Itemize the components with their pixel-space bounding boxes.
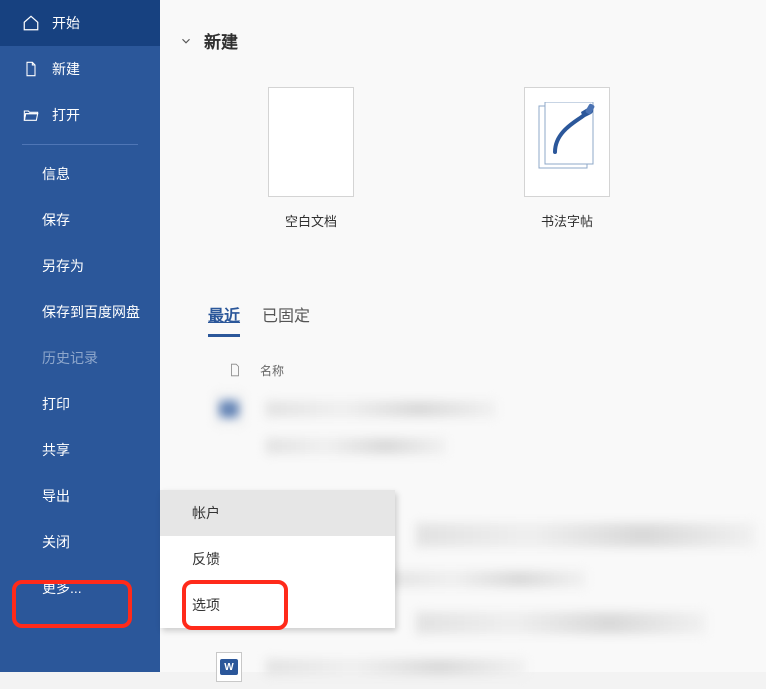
recent-document-row[interactable] bbox=[216, 431, 766, 461]
sidebar-item-label: 保存 bbox=[42, 210, 70, 230]
sidebar-item-open[interactable]: 打开 bbox=[0, 92, 160, 138]
popup-item-label: 选项 bbox=[192, 595, 220, 615]
home-icon bbox=[22, 14, 40, 32]
sidebar-item-save-baidu[interactable]: 保存到百度网盘 bbox=[0, 289, 160, 335]
popup-item-label: 帐户 bbox=[192, 503, 220, 523]
word-document-icon: W bbox=[216, 652, 242, 682]
sidebar-item-export[interactable]: 导出 bbox=[0, 473, 160, 519]
recent-document-row[interactable]: W bbox=[216, 645, 766, 689]
sidebar-item-info[interactable]: 信息 bbox=[0, 151, 160, 197]
column-name-label: 名称 bbox=[260, 362, 284, 379]
backstage-sidebar: 开始 新建 打开 信息 保存 另存为 保存到百度网盘 历史记录 打印 共享 导出… bbox=[0, 0, 160, 672]
recent-list-header: 名称 bbox=[160, 337, 766, 387]
chevron-down-icon bbox=[178, 33, 194, 49]
sidebar-item-close[interactable]: 关闭 bbox=[0, 519, 160, 565]
sidebar-item-label: 导出 bbox=[42, 486, 70, 506]
tab-recent[interactable]: 最近 bbox=[208, 302, 240, 337]
document-icon bbox=[226, 361, 244, 379]
template-thumbnail bbox=[524, 87, 610, 197]
tab-label: 已固定 bbox=[262, 308, 310, 325]
sidebar-item-label: 更多... bbox=[42, 578, 82, 598]
more-popup-menu: 帐户 反馈 选项 bbox=[160, 490, 395, 628]
section-title: 新建 bbox=[204, 28, 238, 53]
folder-open-icon bbox=[22, 106, 40, 124]
sidebar-item-share[interactable]: 共享 bbox=[0, 427, 160, 473]
template-calligraphy[interactable]: 书法字帖 bbox=[524, 87, 610, 230]
sidebar-item-saveas[interactable]: 另存为 bbox=[0, 243, 160, 289]
document-icon bbox=[22, 60, 40, 78]
sidebar-item-label: 开始 bbox=[52, 13, 80, 33]
popup-item-feedback[interactable]: 反馈 bbox=[160, 536, 395, 582]
sidebar-item-label: 共享 bbox=[42, 440, 70, 460]
popup-item-options[interactable]: 选项 bbox=[160, 582, 395, 628]
template-label: 书法字帖 bbox=[541, 211, 593, 230]
sidebar-item-print[interactable]: 打印 bbox=[0, 381, 160, 427]
sidebar-item-label: 打开 bbox=[52, 105, 80, 125]
sidebar-item-history: 历史记录 bbox=[0, 335, 160, 381]
sidebar-item-label: 历史记录 bbox=[42, 348, 98, 368]
popup-item-label: 反馈 bbox=[192, 549, 220, 569]
recent-document-row[interactable]: W bbox=[216, 387, 766, 431]
word-document-icon: W bbox=[216, 394, 242, 424]
popup-item-account[interactable]: 帐户 bbox=[160, 490, 395, 536]
sidebar-item-more[interactable]: 更多... bbox=[0, 565, 160, 611]
template-thumbnail bbox=[268, 87, 354, 197]
sidebar-item-label: 另存为 bbox=[42, 256, 84, 276]
sidebar-item-label: 关闭 bbox=[42, 532, 70, 552]
sidebar-item-label: 打印 bbox=[42, 394, 70, 414]
sidebar-item-save[interactable]: 保存 bbox=[0, 197, 160, 243]
template-label: 空白文档 bbox=[285, 211, 337, 230]
template-blank-document[interactable]: 空白文档 bbox=[268, 87, 354, 230]
sidebar-divider bbox=[22, 144, 138, 145]
calligraphy-brush-icon bbox=[535, 102, 599, 182]
sidebar-item-label: 新建 bbox=[52, 59, 80, 79]
templates-row: 空白文档 书法字帖 bbox=[160, 67, 766, 230]
recent-tabs: 最近 已固定 bbox=[160, 230, 766, 337]
sidebar-item-home[interactable]: 开始 bbox=[0, 0, 160, 46]
tab-pinned[interactable]: 已固定 bbox=[262, 302, 310, 337]
sidebar-item-label: 保存到百度网盘 bbox=[42, 302, 140, 322]
sidebar-item-new[interactable]: 新建 bbox=[0, 46, 160, 92]
section-new-header[interactable]: 新建 bbox=[160, 0, 766, 67]
tab-label: 最近 bbox=[208, 308, 240, 325]
sidebar-item-label: 信息 bbox=[42, 164, 70, 184]
